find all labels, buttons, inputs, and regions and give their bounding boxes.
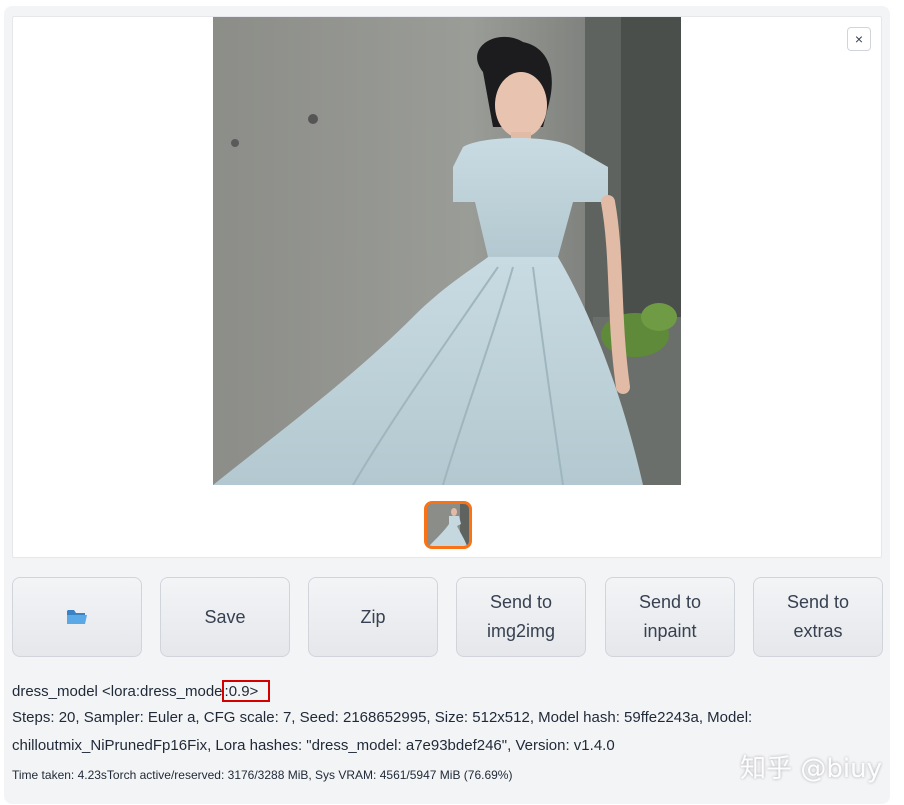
send-to-extras-label-line1: Send to xyxy=(786,592,850,612)
save-label: Save xyxy=(204,606,246,627)
send-to-inpaint-button[interactable]: Send to inpaint xyxy=(605,577,735,657)
send-to-inpaint-label-line2: inpaint xyxy=(643,621,697,641)
send-to-img2img-button[interactable]: Send to img2img xyxy=(456,577,586,657)
send-to-extras-button[interactable]: Send to extras xyxy=(753,577,883,657)
prompt-line: dress_model <lora:dress_mode:0.9> xyxy=(12,680,882,708)
save-button[interactable]: Save xyxy=(160,577,290,657)
prompt-highlight: :0.9> xyxy=(221,680,271,702)
action-button-row: Save Zip Send to img2img Send to inpaint… xyxy=(12,577,883,657)
send-to-img2img-label-line2: img2img xyxy=(486,621,556,641)
zip-button[interactable]: Zip xyxy=(308,577,438,657)
params-line-1: Steps: 20, Sampler: Euler a, CFG scale: … xyxy=(12,709,753,726)
folder-icon xyxy=(67,610,87,624)
send-to-extras-label-line2: extras xyxy=(793,621,843,641)
image-gallery: × xyxy=(12,16,882,558)
generated-image[interactable] xyxy=(213,17,681,485)
send-to-img2img-label-line1: Send to xyxy=(489,592,553,612)
thumbnail-image xyxy=(427,504,469,546)
prompt-text: dress_model <lora:dress_mode xyxy=(12,683,223,700)
close-gallery-button[interactable]: × xyxy=(847,27,871,51)
watermark: 知乎 @biuy xyxy=(740,754,882,784)
zip-label: Zip xyxy=(360,606,386,627)
send-to-inpaint-label-line1: Send to xyxy=(638,592,702,612)
open-folder-button[interactable] xyxy=(12,577,142,657)
gallery-thumbnail[interactable] xyxy=(424,501,472,549)
close-icon: × xyxy=(854,31,864,47)
time-taken: Time taken: 4.23sTorch active/reserved: … xyxy=(12,768,513,782)
generated-image-art xyxy=(213,17,681,485)
